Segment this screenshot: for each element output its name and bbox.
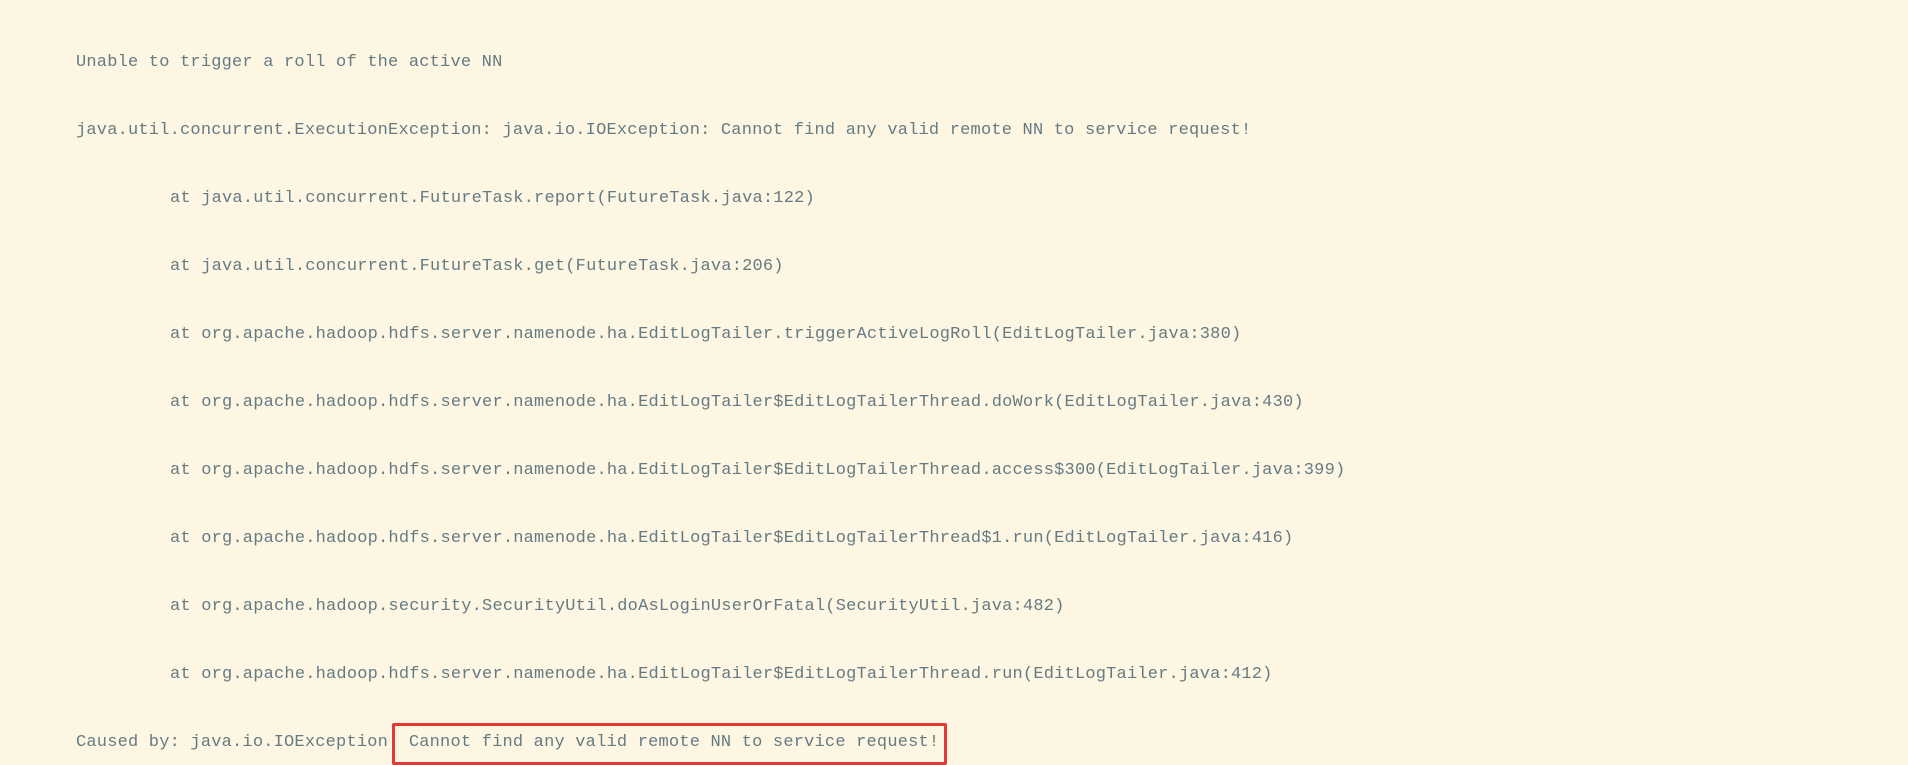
log-title-line: Unable to trigger a roll of the active N… (76, 46, 1908, 80)
stack-trace-line: at org.apache.hadoop.security.SecurityUt… (76, 590, 1908, 624)
stack-trace-line: at java.util.concurrent.FutureTask.repor… (76, 182, 1908, 216)
stack-trace-line: at org.apache.hadoop.hdfs.server.namenod… (76, 522, 1908, 556)
stack-trace-line: at java.util.concurrent.FutureTask.get(F… (76, 250, 1908, 284)
log-block: Unable to trigger a roll of the active N… (0, 0, 1908, 765)
stack-trace-line: at org.apache.hadoop.hdfs.server.namenod… (76, 318, 1908, 352)
stack-trace-line: at org.apache.hadoop.hdfs.server.namenod… (76, 658, 1908, 692)
stack-trace-line: at org.apache.hadoop.hdfs.server.namenod… (76, 454, 1908, 488)
log-exception-line: java.util.concurrent.ExecutionException:… (76, 114, 1908, 148)
stack-trace-line: at org.apache.hadoop.hdfs.server.namenod… (76, 386, 1908, 420)
caused-by-line: Caused by: java.io.IOException: Cannot f… (76, 726, 1908, 760)
